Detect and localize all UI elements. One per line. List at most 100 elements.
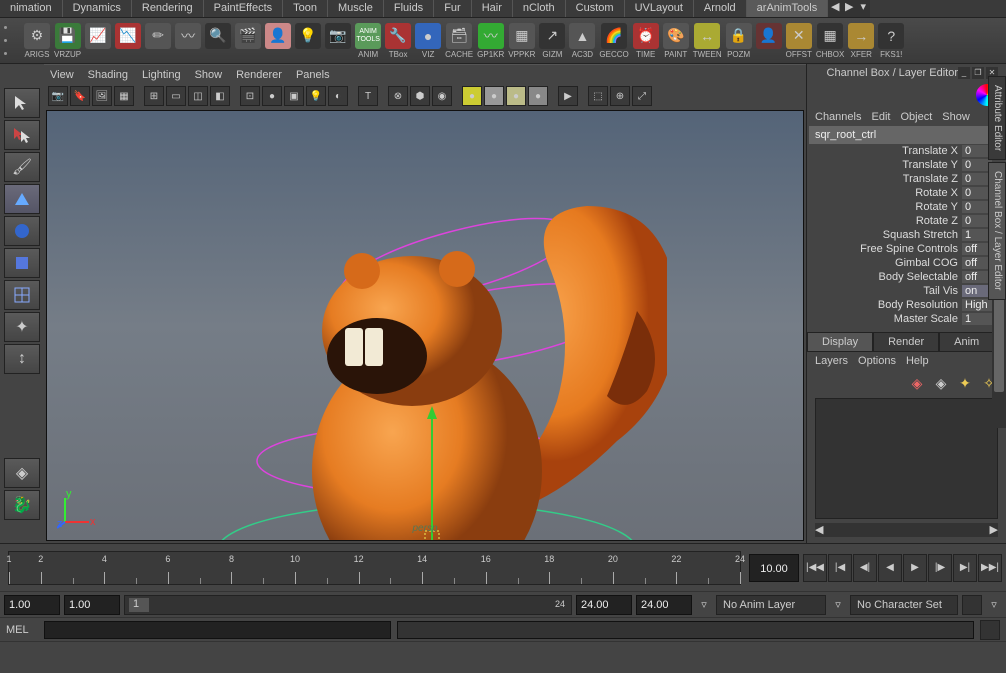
- edit-menu[interactable]: Edit: [871, 111, 890, 123]
- tab-rendering[interactable]: Rendering: [132, 0, 204, 17]
- ptb-ball3[interactable]: ●: [506, 86, 526, 106]
- ptb-ball2[interactable]: ●: [484, 86, 504, 106]
- attr-master-scale[interactable]: Master Scale1: [809, 312, 992, 326]
- shelf-item-6[interactable]: 🔍: [205, 23, 231, 59]
- color-picker[interactable]: [807, 82, 1006, 108]
- tab-uvlayout[interactable]: UVLayout: [625, 0, 694, 17]
- shelf-item-23[interactable]: 🔒POZM: [726, 23, 752, 59]
- shelf-item-15[interactable]: 〰GP1KR: [477, 23, 504, 59]
- current-time[interactable]: 10.00: [749, 554, 799, 582]
- layer-new-empty-icon[interactable]: ✦: [956, 374, 974, 392]
- shelf-item-14[interactable]: 🗃CACHE: [445, 23, 473, 59]
- layer-move-down-icon[interactable]: ◈: [932, 374, 950, 392]
- ptb-isolate[interactable]: T: [358, 86, 378, 106]
- layer-scrollbar[interactable]: ◀▶: [815, 523, 998, 537]
- range-start[interactable]: [4, 595, 60, 615]
- shelf-item-19[interactable]: 🌈GECCO: [599, 23, 628, 59]
- tab-scroll-left[interactable]: ◀: [828, 0, 842, 17]
- attr-rotate-z[interactable]: Rotate Z0: [809, 214, 992, 228]
- ptb-light[interactable]: 💡: [306, 86, 326, 106]
- ptb-xray[interactable]: ⊗: [388, 86, 408, 106]
- ptb-safe[interactable]: ◧: [210, 86, 230, 106]
- range-inner-end[interactable]: [576, 595, 632, 615]
- vtab-channel-box[interactable]: Channel Box / Layer Editor: [988, 162, 1006, 300]
- ptb-reso[interactable]: ◫: [188, 86, 208, 106]
- attr-gimbal-cog[interactable]: Gimbal COGoff: [809, 256, 992, 270]
- shelf-item-2[interactable]: 📈: [85, 23, 111, 59]
- range-slider[interactable]: 1 24: [124, 595, 572, 615]
- shelf-item-7[interactable]: 🎬: [235, 23, 261, 59]
- object-menu[interactable]: Object: [900, 111, 932, 123]
- scale-tool[interactable]: [4, 248, 40, 278]
- tab-ncloth[interactable]: nCloth: [513, 0, 566, 17]
- shelf-item-13[interactable]: ●VIZ: [415, 23, 441, 59]
- soft-tool[interactable]: ✦: [4, 312, 40, 342]
- play-forward-button[interactable]: ▶: [903, 554, 927, 582]
- layer-tab-render[interactable]: Render: [873, 332, 939, 352]
- channels-menu[interactable]: Channels: [815, 111, 861, 123]
- tab-arnold[interactable]: Arnold: [694, 0, 747, 17]
- next-key-button[interactable]: ▶|: [953, 554, 977, 582]
- shelf-item-17[interactable]: ↗GIZM: [539, 23, 565, 59]
- ptb-shade[interactable]: ●: [262, 86, 282, 106]
- node-name[interactable]: sqr_root_ctrl: [809, 126, 992, 144]
- ptb-tex[interactable]: ▣: [284, 86, 304, 106]
- go-end-button[interactable]: ▶▶|: [978, 554, 1002, 582]
- attr-body-resolution[interactable]: Body ResolutionHigh: [809, 298, 992, 312]
- ptb-bookmark[interactable]: 🔖: [70, 86, 90, 106]
- restore-icon[interactable]: ❐: [972, 67, 984, 79]
- shelf-item-10[interactable]: 📷: [325, 23, 351, 59]
- tab-fluids[interactable]: Fluids: [384, 0, 434, 17]
- ptb-wire[interactable]: ⊡: [240, 86, 260, 106]
- lasso-tool[interactable]: [4, 120, 40, 150]
- vtab-attribute-editor[interactable]: Attribute Editor: [988, 76, 1006, 160]
- ptb-select-cam[interactable]: 📷: [48, 86, 68, 106]
- shelf-item-26[interactable]: ▦CHBOX: [816, 23, 844, 59]
- layout-tool[interactable]: ◈: [4, 458, 40, 488]
- ptb-ball4[interactable]: ●: [528, 86, 548, 106]
- shelf-item-21[interactable]: 🎨PAINT: [663, 23, 689, 59]
- shelf-item-25[interactable]: ✕OFFST: [786, 23, 812, 59]
- select-tool[interactable]: [4, 88, 40, 118]
- tab-dynamics[interactable]: Dynamics: [63, 0, 132, 17]
- ptb-grid[interactable]: ⊞: [144, 86, 164, 106]
- prefs-icon[interactable]: ▿: [986, 598, 1002, 611]
- viewport-3d[interactable]: y x z persp: [46, 110, 804, 541]
- range-inner-start[interactable]: [64, 595, 120, 615]
- panel-lighting[interactable]: Lighting: [142, 69, 181, 81]
- shelf-item-11[interactable]: ANIM TOOLSANIM: [355, 23, 381, 59]
- shelf-item-9[interactable]: 💡: [295, 23, 321, 59]
- shelf-item-28[interactable]: ?FKS1!: [878, 23, 904, 59]
- shelf-item-0[interactable]: ⚙ARIGS: [24, 23, 50, 59]
- rotate-tool[interactable]: [4, 216, 40, 246]
- script-editor-icon[interactable]: [980, 620, 1000, 640]
- shelf-item-12[interactable]: 🔧TBox: [385, 23, 411, 59]
- shelf-item-22[interactable]: ↔TWEEN: [693, 23, 722, 59]
- range-end[interactable]: [636, 595, 692, 615]
- cmd-lang[interactable]: MEL: [6, 624, 38, 636]
- ptb-render[interactable]: ▶: [558, 86, 578, 106]
- ptb-ball1[interactable]: ●: [462, 86, 482, 106]
- anim-layer-dropdown[interactable]: No Anim Layer: [716, 595, 826, 615]
- ptb-exp1[interactable]: ⊕: [610, 86, 630, 106]
- attr-translate-z[interactable]: Translate Z0: [809, 172, 992, 186]
- layer-list[interactable]: [815, 398, 998, 519]
- shelf-item-4[interactable]: ✏: [145, 23, 171, 59]
- move-tool[interactable]: [4, 184, 40, 214]
- tab-animation[interactable]: nimation: [0, 0, 63, 17]
- ptb-cube[interactable]: ⬚: [588, 86, 608, 106]
- layer-tab-anim[interactable]: Anim: [939, 332, 994, 352]
- ptb-exp2[interactable]: ⤢: [632, 86, 652, 106]
- panel-shading[interactable]: Shading: [88, 69, 128, 81]
- ptb-wireshade[interactable]: ◉: [432, 86, 452, 106]
- attr-body-selectable[interactable]: Body Selectableoff: [809, 270, 992, 284]
- prev-key-button[interactable]: |◀: [828, 554, 852, 582]
- tab-menu[interactable]: ▾: [856, 0, 870, 17]
- step-forward-button[interactable]: |▶: [928, 554, 952, 582]
- panel-show[interactable]: Show: [195, 69, 223, 81]
- tab-muscle[interactable]: Muscle: [328, 0, 384, 17]
- tab-custom[interactable]: Custom: [566, 0, 625, 17]
- attr-squash-stretch[interactable]: Squash Stretch1: [809, 228, 992, 242]
- ptb-shadow[interactable]: ◐: [328, 86, 348, 106]
- paint-tool[interactable]: 🖌: [4, 152, 40, 182]
